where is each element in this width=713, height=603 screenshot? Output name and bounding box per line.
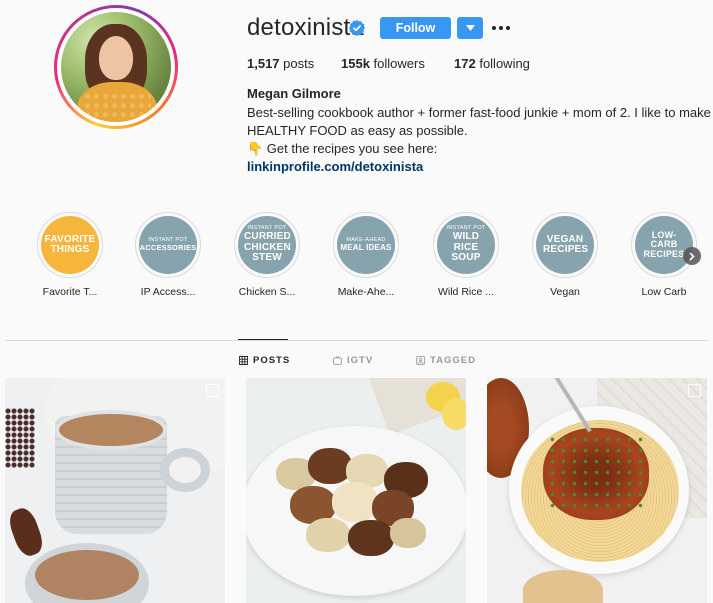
- highlight-ring: FAVORITE THINGS: [37, 212, 103, 278]
- tab-tagged[interactable]: TAGGED: [416, 354, 476, 366]
- igtv-icon: [333, 355, 342, 365]
- highlight-favorite-things[interactable]: FAVORITE THINGS Favorite T...: [25, 212, 115, 298]
- carousel-icon: [206, 384, 219, 397]
- highlight-cover: FAVORITE THINGS: [41, 216, 99, 274]
- post-thumbnail-cauliflower[interactable]: [246, 378, 466, 603]
- highlight-ring: MAKE-AHEAD MEAL IDEAS: [333, 212, 399, 278]
- profile-full-name: Megan Gilmore: [247, 86, 341, 101]
- highlight-wild-rice[interactable]: INSTANT POT WILD RICE SOUP Wild Rice ...: [421, 212, 511, 298]
- highlight-label: Chicken S...: [238, 286, 296, 298]
- highlight-label: IP Access...: [140, 286, 196, 298]
- post-thumbnail-spaghetti[interactable]: [487, 378, 707, 603]
- highlight-ip-accessories[interactable]: INSTANT POT ACCESSORIES IP Access...: [123, 212, 213, 298]
- post-image-chocolate-shavings: [5, 408, 35, 468]
- highlight-cover: MAKE-AHEAD MEAL IDEAS: [337, 216, 395, 274]
- highlight-cover: VEGAN RECIPES: [536, 216, 594, 274]
- profile-bio: Best-selling cookbook author + former fa…: [247, 104, 713, 176]
- highlight-cover: INSTANT POT ACCESSORIES: [139, 216, 197, 274]
- highlight-cover: INSTANT POT CURRIED CHICKEN STEW: [238, 216, 296, 274]
- highlight-vegan[interactable]: VEGAN RECIPES Vegan: [520, 212, 610, 298]
- tab-tagged-label: TAGGED: [430, 354, 476, 366]
- verified-badge-icon: [349, 20, 365, 36]
- highlight-cover-title: FAVORITE THINGS: [44, 233, 96, 255]
- posts-count: 1,517: [247, 56, 280, 71]
- follow-button[interactable]: Follow: [380, 17, 451, 39]
- stat-posts: 1,517 posts: [247, 56, 314, 71]
- tab-posts[interactable]: POSTS: [239, 354, 290, 366]
- highlight-make-ahead[interactable]: MAKE-AHEAD MEAL IDEAS Make-Ahe...: [321, 212, 411, 298]
- chevron-right-icon: [689, 251, 695, 261]
- tagged-icon: [416, 355, 425, 365]
- post-image-floret: [306, 518, 350, 552]
- tabs-divider: [5, 340, 708, 341]
- highlight-cover-title: CURRIED CHICKEN STEW: [244, 231, 291, 264]
- highlight-cover: LOW-CARB RECIPES: [635, 216, 693, 274]
- tab-igtv[interactable]: IGTV: [333, 354, 373, 366]
- avatar-photo: [61, 12, 171, 122]
- profile-avatar[interactable]: [54, 5, 178, 129]
- highlight-label: Vegan: [550, 286, 580, 298]
- post-image-floret: [332, 482, 378, 522]
- highlight-ring: VEGAN RECIPES: [532, 212, 598, 278]
- avatar-border: [57, 8, 175, 126]
- post-image-cocoa: [55, 410, 167, 450]
- highlight-ring: LOW-CARB RECIPES: [631, 212, 697, 278]
- post-image-second-cocoa: [35, 550, 139, 600]
- bio-link[interactable]: linkinprofile.com/detoxinista: [247, 158, 713, 176]
- post-image-lemon-half: [442, 398, 466, 430]
- following-label: following: [479, 56, 530, 71]
- active-tab-indicator: [238, 339, 288, 340]
- highlights-next-button[interactable]: [683, 247, 701, 265]
- posts-label: posts: [283, 56, 315, 71]
- stat-followers[interactable]: 155k followers: [341, 56, 425, 71]
- more-options-icon[interactable]: [492, 20, 512, 36]
- chevron-down-icon: [465, 25, 475, 31]
- post-image-floret: [390, 518, 426, 548]
- tab-posts-label: POSTS: [253, 354, 291, 366]
- highlight-cover-title: WILD RICE SOUP: [451, 231, 481, 264]
- stat-following[interactable]: 172 following: [454, 56, 530, 71]
- post-image-herbs: [547, 434, 645, 514]
- avatar-blouse-pattern: [83, 92, 151, 122]
- highlight-label: Low Carb: [641, 286, 687, 298]
- highlight-label: Favorite T...: [42, 286, 98, 298]
- bio-line-2: HEALTHY FOOD as easy as possible.: [247, 123, 468, 138]
- post-image-bread: [523, 570, 603, 603]
- highlight-cover-title: VEGAN RECIPES: [543, 233, 589, 255]
- highlight-cover-title: LOW-CARB RECIPES: [643, 229, 685, 259]
- highlight-cover: INSTANT POT WILD RICE SOUP: [437, 216, 495, 274]
- grid-icon: [239, 355, 248, 365]
- tab-igtv-label: IGTV: [347, 354, 374, 366]
- suggested-accounts-dropdown-button[interactable]: [457, 17, 483, 39]
- highlight-cover-title: ACCESSORIES: [139, 242, 197, 252]
- highlight-ring: INSTANT POT WILD RICE SOUP: [433, 212, 499, 278]
- post-image-mug-handle: [160, 448, 210, 492]
- highlight-cover-title: MEAL IDEAS: [340, 242, 392, 252]
- highlight-chicken-stew[interactable]: INSTANT POT CURRIED CHICKEN STEW Chicken…: [222, 212, 312, 298]
- avatar-face: [99, 36, 133, 80]
- highlight-label: Make-Ahe...: [337, 286, 395, 298]
- followers-label: followers: [373, 56, 425, 71]
- carousel-icon: [688, 384, 701, 397]
- post-image-floret: [348, 520, 394, 556]
- highlight-ring: INSTANT POT CURRIED CHICKEN STEW: [234, 212, 300, 278]
- bio-line-3: 👇 Get the recipes you see here:: [247, 141, 438, 156]
- bio-line-1: Best-selling cookbook author + former fa…: [247, 105, 711, 120]
- profile-username: detoxinista: [247, 14, 364, 41]
- following-count: 172: [454, 56, 476, 71]
- highlight-label: Wild Rice ...: [437, 286, 494, 298]
- post-thumbnail-hot-cocoa[interactable]: [5, 378, 225, 603]
- post-image-date-fruit: [5, 505, 47, 559]
- followers-count: 155k: [341, 56, 370, 71]
- highlight-ring: INSTANT POT ACCESSORIES: [135, 212, 201, 278]
